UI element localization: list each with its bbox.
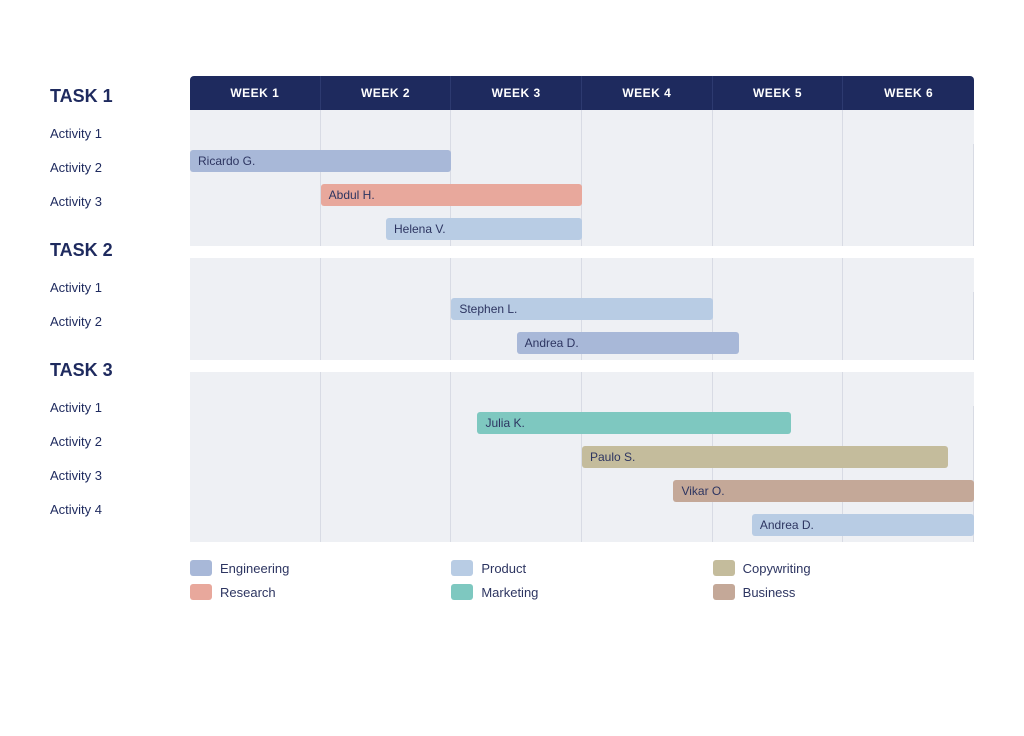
gantt-task-header-task2	[190, 258, 974, 292]
legend-color-1	[451, 560, 473, 576]
gantt-row-task1-3: Helena V.	[190, 212, 974, 246]
page-header	[50, 40, 974, 46]
legend-color-4	[451, 584, 473, 600]
legend-label-3: Research	[220, 585, 276, 600]
week-header-cell-6: WEEK 6	[843, 76, 974, 110]
gantt-row-task3-4: Andrea D.	[190, 508, 974, 542]
gantt-row-task2-1: Stephen L.	[190, 292, 974, 326]
legend-color-3	[190, 584, 212, 600]
legend-color-5	[713, 584, 735, 600]
gantt-right: WEEK 1WEEK 2WEEK 3WEEK 4WEEK 5WEEK 6 Ric…	[190, 76, 974, 542]
legend-label-5: Business	[743, 585, 796, 600]
activity-label-task3-1: Activity 1	[50, 390, 190, 424]
legend-item-3: Research	[190, 584, 451, 600]
task-title-task1: TASK 1	[50, 86, 113, 107]
gantt-bar-task1-3: Helena V.	[386, 218, 582, 240]
legend: Engineering Product Copywriting Research…	[190, 560, 974, 600]
legend-label-4: Marketing	[481, 585, 538, 600]
activity-label-task1-1: Activity 1	[50, 116, 190, 150]
task-label-task2: TASK 2	[50, 230, 190, 270]
task-label-task3: TASK 3	[50, 350, 190, 390]
gantt-task-header-task3	[190, 372, 974, 406]
legend-color-0	[190, 560, 212, 576]
week-header-cell-5: WEEK 5	[713, 76, 844, 110]
legend-item-0: Engineering	[190, 560, 451, 576]
activity-label-task2-2: Activity 2	[50, 304, 190, 338]
legend-label-2: Copywriting	[743, 561, 811, 576]
gantt-bar-task3-4: Andrea D.	[752, 514, 974, 536]
legend-item-2: Copywriting	[713, 560, 974, 576]
week-header-cell-1: WEEK 1	[190, 76, 321, 110]
gantt-body: Ricardo G. Abdul H. Helena V. Stephen L. And…	[190, 110, 974, 542]
legend-label-1: Product	[481, 561, 526, 576]
week-header-cell-3: WEEK 3	[451, 76, 582, 110]
gantt-bar-task3-3: Vikar O.	[673, 480, 974, 502]
gantt-bar-task3-2: Paulo S.	[582, 446, 948, 468]
task-title-task2: TASK 2	[50, 240, 113, 261]
gantt-bar-task1-1: Ricardo G.	[190, 150, 451, 172]
task-title-task3: TASK 3	[50, 360, 113, 381]
gantt-row-task3-3: Vikar O.	[190, 474, 974, 508]
activity-label-task2-1: Activity 1	[50, 270, 190, 304]
gantt-chart: TASK 1Activity 1Activity 2Activity 3TASK…	[50, 76, 974, 542]
activity-label-task1-3: Activity 3	[50, 184, 190, 218]
legend-color-2	[713, 560, 735, 576]
gantt-task-header-task1	[190, 110, 974, 144]
activity-label-task1-2: Activity 2	[50, 150, 190, 184]
page-container: TASK 1Activity 1Activity 2Activity 3TASK…	[50, 40, 974, 600]
gantt-row-task1-2: Abdul H.	[190, 178, 974, 212]
left-labels: TASK 1Activity 1Activity 2Activity 3TASK…	[50, 76, 190, 542]
activity-label-task3-4: Activity 4	[50, 492, 190, 526]
gantt-row-task2-2: Andrea D.	[190, 326, 974, 360]
task-label-task1: TASK 1	[50, 76, 190, 116]
week-header-cell-2: WEEK 2	[321, 76, 452, 110]
gantt-bar-task2-1: Stephen L.	[451, 298, 712, 320]
legend-item-5: Business	[713, 584, 974, 600]
week-header: WEEK 1WEEK 2WEEK 3WEEK 4WEEK 5WEEK 6	[190, 76, 974, 110]
gantt-bar-task1-2: Abdul H.	[321, 184, 582, 206]
week-header-cell-4: WEEK 4	[582, 76, 713, 110]
gantt-row-task1-1: Ricardo G.	[190, 144, 974, 178]
legend-label-0: Engineering	[220, 561, 289, 576]
legend-item-4: Marketing	[451, 584, 712, 600]
gantt-row-task3-1: Julia K.	[190, 406, 974, 440]
legend-item-1: Product	[451, 560, 712, 576]
gantt-bar-task3-1: Julia K.	[477, 412, 791, 434]
gantt-row-task3-2: Paulo S.	[190, 440, 974, 474]
activity-label-task3-3: Activity 3	[50, 458, 190, 492]
activity-label-task3-2: Activity 2	[50, 424, 190, 458]
gantt-bar-task2-2: Andrea D.	[517, 332, 739, 354]
